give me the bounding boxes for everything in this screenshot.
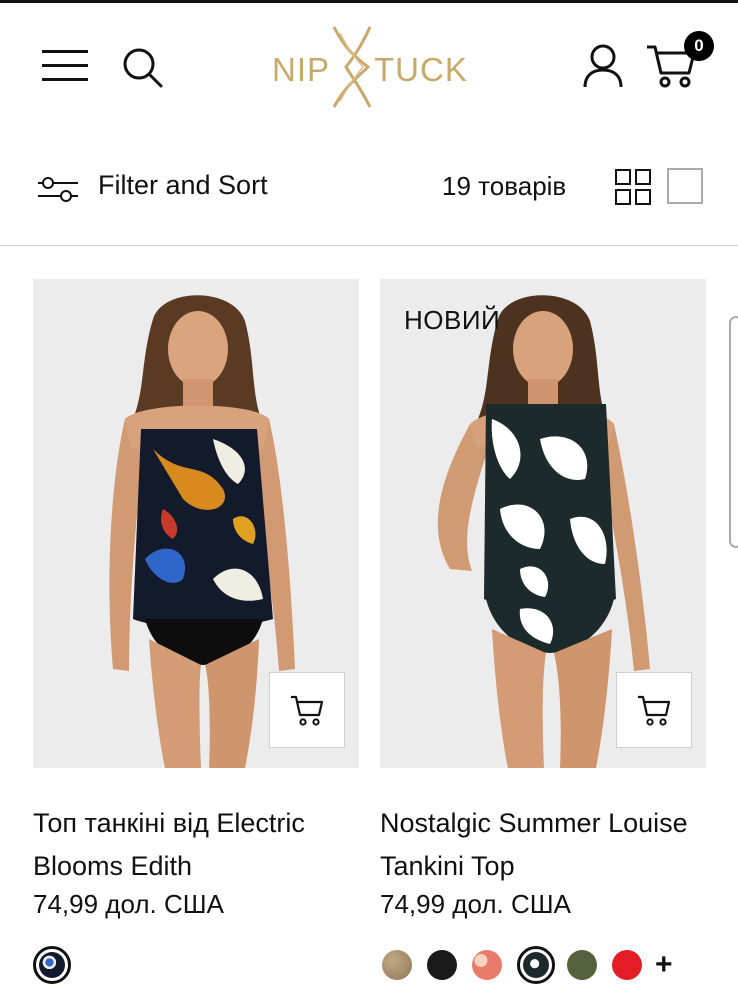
brand-logo[interactable]: NIP TUCK bbox=[268, 25, 478, 109]
product-image[interactable] bbox=[33, 279, 359, 768]
more-colors-button[interactable]: + bbox=[655, 950, 673, 980]
add-to-cart-button[interactable] bbox=[616, 672, 692, 748]
swatch-fill bbox=[39, 952, 65, 978]
cart-count-badge: 0 bbox=[684, 31, 714, 61]
add-to-cart-icon bbox=[638, 695, 671, 726]
next-product-peek bbox=[729, 316, 738, 548]
single-view-icon[interactable] bbox=[667, 168, 703, 204]
product-card[interactable]: НОВИЙ Nostalgic Summer Louise Tankini To… bbox=[380, 279, 706, 920]
product-name[interactable]: Nostalgic Summer Louise Tankini Top bbox=[380, 802, 706, 888]
logo-text-right: TUCK bbox=[374, 51, 468, 88]
color-swatches bbox=[33, 946, 83, 984]
logo-text-left: NIP bbox=[272, 51, 330, 88]
color-swatch[interactable] bbox=[382, 950, 412, 980]
search-icon[interactable] bbox=[120, 45, 164, 89]
color-swatch[interactable] bbox=[33, 946, 71, 984]
add-to-cart-icon bbox=[291, 695, 324, 726]
new-badge: НОВИЙ bbox=[404, 305, 501, 335]
swatch-fill bbox=[523, 952, 549, 978]
site-header: NIP TUCK 0 bbox=[0, 3, 738, 131]
product-name[interactable]: Топ танкіні від Electric Blooms Edith bbox=[33, 802, 359, 888]
color-swatch[interactable] bbox=[517, 946, 555, 984]
menu-icon[interactable] bbox=[40, 48, 90, 84]
add-to-cart-button[interactable] bbox=[269, 672, 345, 748]
toolbar-divider bbox=[0, 245, 738, 246]
product-price: 74,99 дол. США bbox=[380, 889, 571, 919]
listing-toolbar: Filter and Sort 19 товарів bbox=[0, 148, 738, 228]
filter-and-sort-button[interactable]: Filter and Sort bbox=[98, 170, 268, 201]
color-swatches: + bbox=[382, 946, 673, 984]
grid-view-icon[interactable] bbox=[614, 168, 652, 206]
filter-sliders-icon[interactable] bbox=[36, 174, 80, 204]
product-card[interactable]: Топ танкіні від Electric Blooms Edith 74… bbox=[33, 279, 359, 920]
product-image[interactable]: НОВИЙ bbox=[380, 279, 706, 768]
color-swatch[interactable] bbox=[567, 950, 597, 980]
product-price: 74,99 дол. США bbox=[33, 889, 224, 919]
color-swatch[interactable] bbox=[472, 950, 502, 980]
account-icon[interactable] bbox=[581, 43, 625, 89]
product-count: 19 товарів bbox=[442, 171, 567, 201]
color-swatch[interactable] bbox=[612, 950, 642, 980]
brand-logo-mark: NIP TUCK bbox=[272, 26, 468, 108]
color-swatch[interactable] bbox=[427, 950, 457, 980]
